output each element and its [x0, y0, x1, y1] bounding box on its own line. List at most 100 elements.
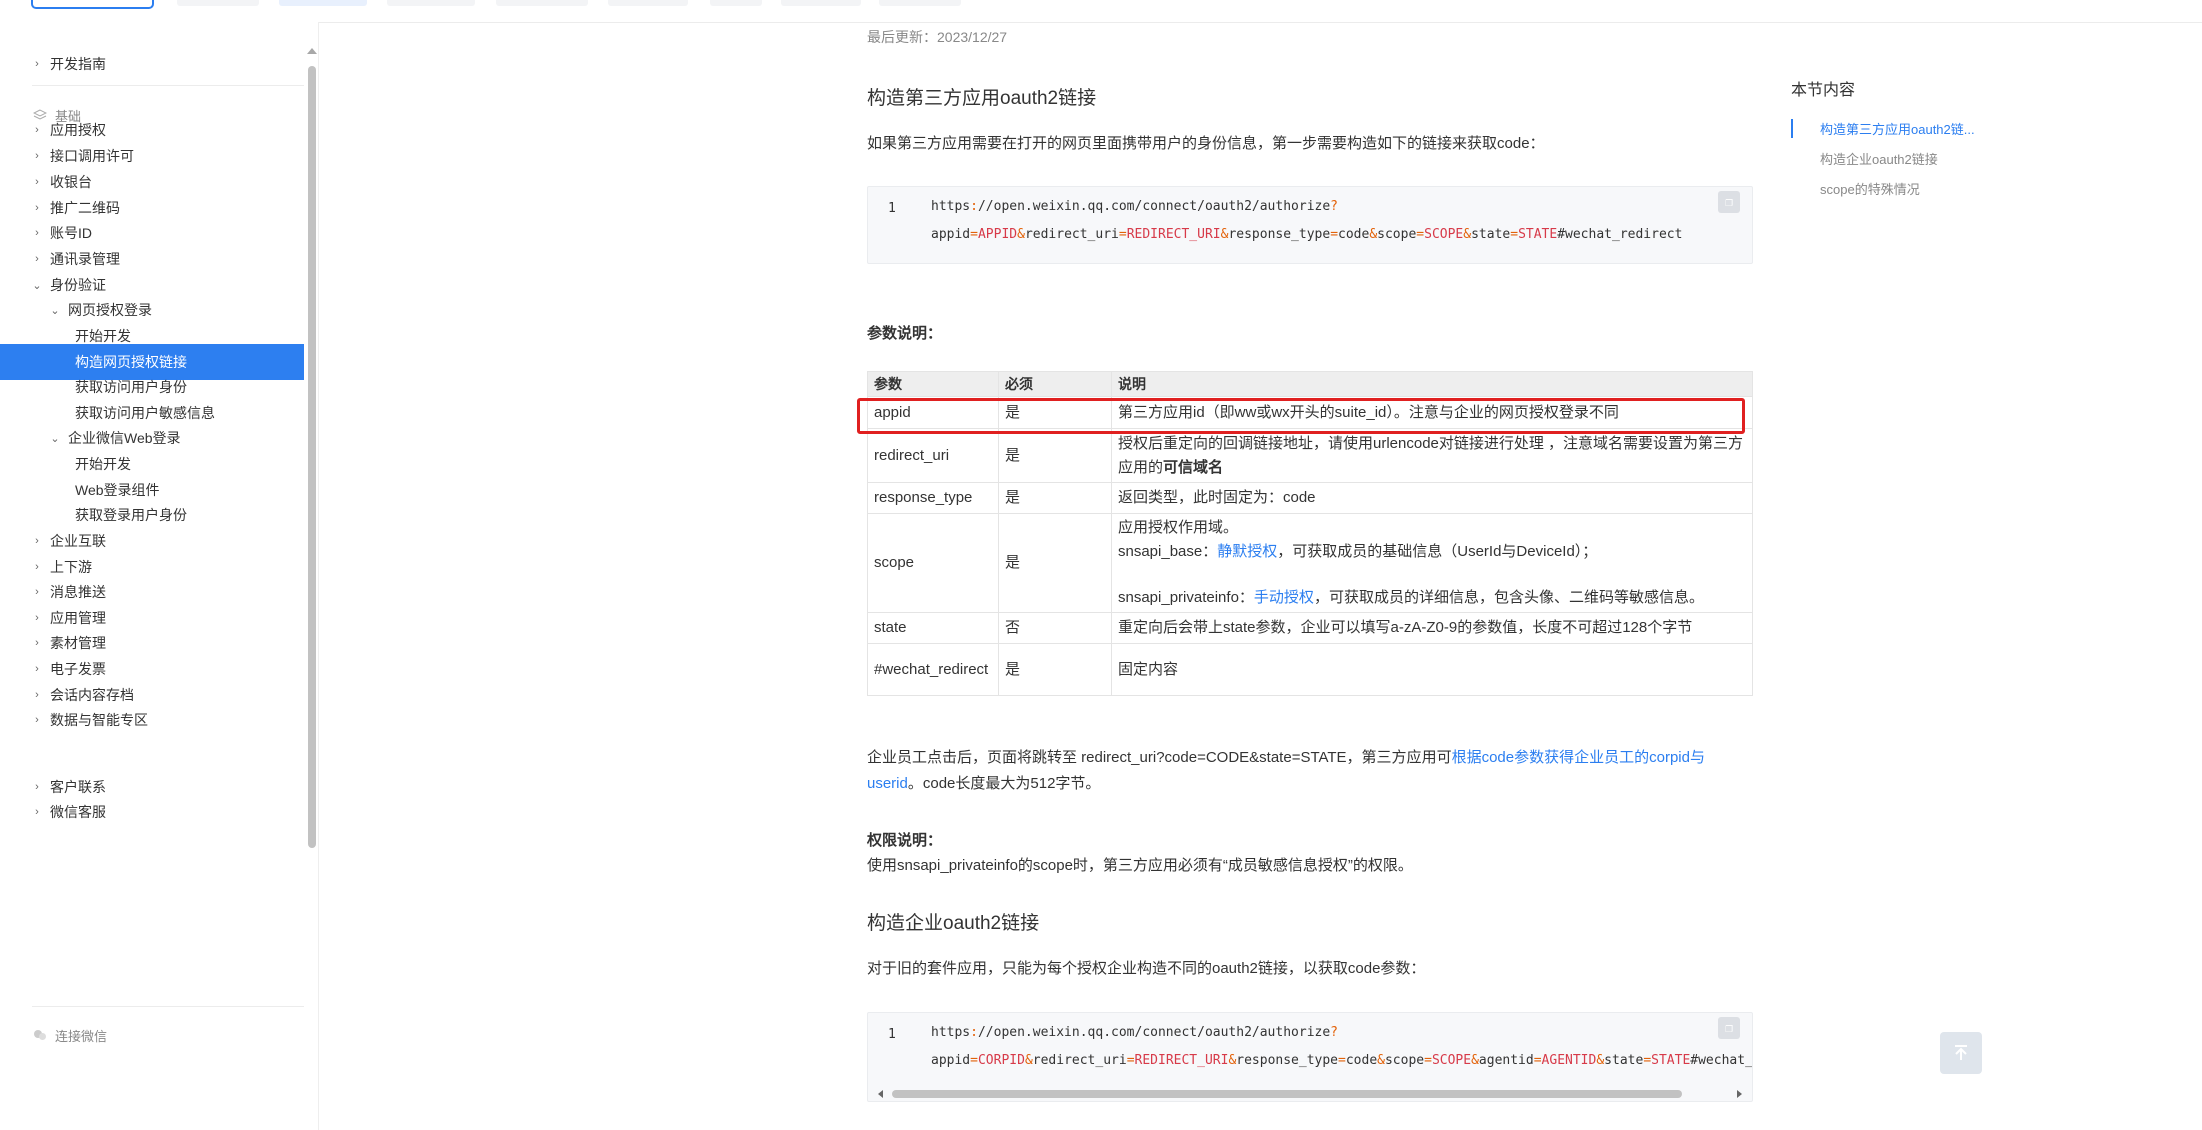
code-token: ? — [1330, 1025, 1338, 1040]
copy-icon[interactable]: ❐ — [1718, 191, 1740, 213]
chevron-right-icon: › — [35, 176, 39, 188]
param-cell: redirect_uri — [867, 428, 999, 483]
scroll-left-icon[interactable] — [878, 1090, 883, 1098]
nav-tab[interactable] — [496, 0, 588, 6]
highlight-annotation — [857, 398, 1745, 434]
nav-tab[interactable] — [387, 0, 475, 6]
desc-cell: 应用授权作用域。 snsapi_base：静默授权，可获取成员的基础信息（Use… — [1111, 513, 1753, 613]
toc-item[interactable]: 构造第三方应用oauth2链... — [1791, 119, 1975, 138]
desc-line: snsapi_base：静默授权，可获取成员的基础信息（UserId与Devic… — [1118, 540, 1746, 564]
sidebar-section-label: 连接微信 — [55, 1028, 108, 1044]
code-token: https — [931, 199, 971, 214]
toc-title: 本节内容 — [1791, 82, 1856, 99]
code-token: CORPID — [977, 1053, 1025, 1068]
sidebar-item-label: 收银台 — [50, 174, 92, 190]
param-cell: state — [867, 612, 999, 644]
hscroll-thumb[interactable] — [892, 1090, 1682, 1098]
code-token: REDIRECT_URI — [1134, 1053, 1229, 1068]
code-line-2: appid=APPID&redirect_uri=REDIRECT_URI&re… — [931, 221, 1682, 249]
table-header: 说明 — [1111, 371, 1753, 397]
nav-tab[interactable] — [710, 0, 762, 6]
sidebar-item[interactable]: › 开发指南 — [0, 46, 304, 82]
chevron-right-icon: › — [35, 637, 39, 649]
desc-line: snsapi_privateinfo：手动授权，可获取成员的详细信息，包含头像、… — [1118, 586, 1746, 610]
sidebar-item-label: 通讯录管理 — [50, 251, 120, 267]
code-token: : — [970, 1025, 978, 1040]
code-token: & — [1377, 1053, 1385, 1068]
search-box[interactable] — [31, 0, 154, 9]
code-line-1: https://open.weixin.qq.com/connect/oauth… — [931, 193, 1338, 221]
sidebar-item-label: 企业微信Web登录 — [68, 430, 181, 446]
code-line-1: https://open.weixin.qq.com/connect/oauth… — [931, 1019, 1338, 1047]
code-hscroll[interactable] — [868, 1087, 1752, 1101]
code-token: & — [1463, 227, 1472, 242]
code-token: state — [1471, 227, 1511, 242]
table-row: response_type 是 返回类型，此时固定为：code — [867, 482, 1753, 514]
code-token: appid — [931, 227, 971, 242]
code-token: : — [970, 199, 978, 214]
sidebar-item[interactable]: › 数据与智能专区 — [0, 702, 304, 738]
code-token: & — [1017, 227, 1025, 242]
chevron-right-icon: › — [35, 227, 39, 239]
chevron-right-icon: › — [35, 714, 39, 726]
sidebar-scrollbar[interactable] — [308, 66, 316, 848]
desc-text: snsapi_privateinfo： — [1118, 589, 1254, 606]
chevron-right-icon: › — [35, 253, 39, 265]
code-token: STATE — [1651, 1053, 1691, 1068]
sidebar-item-label: 网页授权登录 — [68, 302, 152, 318]
desc-text: ，可获取成员的详细信息，包含头像、二维码等敏感信息。 — [1313, 589, 1704, 606]
code-token: = — [1510, 227, 1519, 242]
required-cell: 是 — [998, 513, 1112, 613]
code-token: REDIRECT_URI — [1126, 227, 1221, 242]
sidebar-item-label: 获取访问用户身份 — [75, 379, 187, 395]
scroll-up-arrow-icon[interactable] — [307, 48, 317, 54]
manual-auth-link[interactable]: 手动授权 — [1254, 589, 1314, 606]
sidebar-item[interactable]: › 微信客服 — [0, 794, 304, 830]
chevron-right-icon: › — [35, 612, 39, 624]
nav-tab[interactable] — [781, 0, 861, 6]
code-token: = — [1118, 227, 1127, 242]
code-token: code — [1345, 1053, 1378, 1068]
line-number: 1 — [888, 201, 896, 216]
back-to-top-button[interactable] — [1940, 1032, 1982, 1074]
scroll-right-icon[interactable] — [1737, 1090, 1742, 1098]
chevron-right-icon: › — [35, 781, 39, 793]
copy-icon[interactable]: ❐ — [1718, 1017, 1740, 1039]
sidebar-item-label: 账号ID — [50, 225, 92, 241]
sidebar-item-label: 消息推送 — [50, 584, 106, 600]
nav-tab[interactable] — [177, 0, 259, 6]
top-nav — [0, 0, 2202, 23]
section-title-third-party: 构造第三方应用oauth2链接 — [867, 88, 1097, 109]
chevron-down-icon: ⌄ — [50, 432, 60, 445]
code-token: ? — [1330, 199, 1338, 214]
para-text: 企业员工点击后，页面将跳转至 redirect_uri?code=CODE&st… — [867, 749, 1452, 766]
silent-auth-link[interactable]: 静默授权 — [1217, 543, 1277, 560]
code-token: response_type — [1228, 227, 1331, 242]
section-title-corp: 构造企业oauth2链接 — [867, 913, 1040, 934]
code-token: //open.weixin.qq.com/connect/oauth2/auth… — [977, 1025, 1331, 1040]
chevron-right-icon: › — [35, 806, 39, 818]
code-token: & — [1369, 227, 1378, 242]
nav-tab[interactable] — [608, 0, 688, 6]
intro2-paragraph: 对于旧的套件应用，只能为每个授权企业构造不同的oauth2链接，以获取code参… — [867, 960, 1426, 977]
sidebar-item-label: 开发指南 — [50, 56, 106, 72]
code-token: agentid — [1478, 1053, 1534, 1068]
desc-text: ，可获取成员的基础信息（UserId与DeviceId）； — [1277, 543, 1598, 560]
code-token: APPID — [977, 227, 1018, 242]
code-line-2: appid=CORPID&redirect_uri=REDIRECT_URI&r… — [931, 1047, 1752, 1075]
chevron-down-icon: ⌄ — [50, 304, 60, 317]
sidebar-item-label: 数据与智能专区 — [50, 712, 148, 728]
code-token: = — [1643, 1053, 1652, 1068]
wechat-icon — [33, 1028, 47, 1042]
code-token: code — [1338, 227, 1370, 242]
chevron-right-icon: › — [35, 535, 39, 547]
toc-item[interactable]: scope的特殊情况 — [1791, 179, 1920, 198]
desc-cell: 返回类型，此时固定为：code — [1111, 482, 1753, 514]
code-token: SCOPE — [1424, 227, 1464, 242]
nav-tab-active[interactable] — [279, 0, 367, 6]
code-token: AGENTID — [1541, 1053, 1597, 1068]
line-number: 1 — [888, 1027, 896, 1042]
toc-item[interactable]: 构造企业oauth2链接 — [1791, 149, 1938, 168]
desc-bold: 可信域名 — [1163, 458, 1224, 476]
nav-tab[interactable] — [879, 0, 961, 6]
